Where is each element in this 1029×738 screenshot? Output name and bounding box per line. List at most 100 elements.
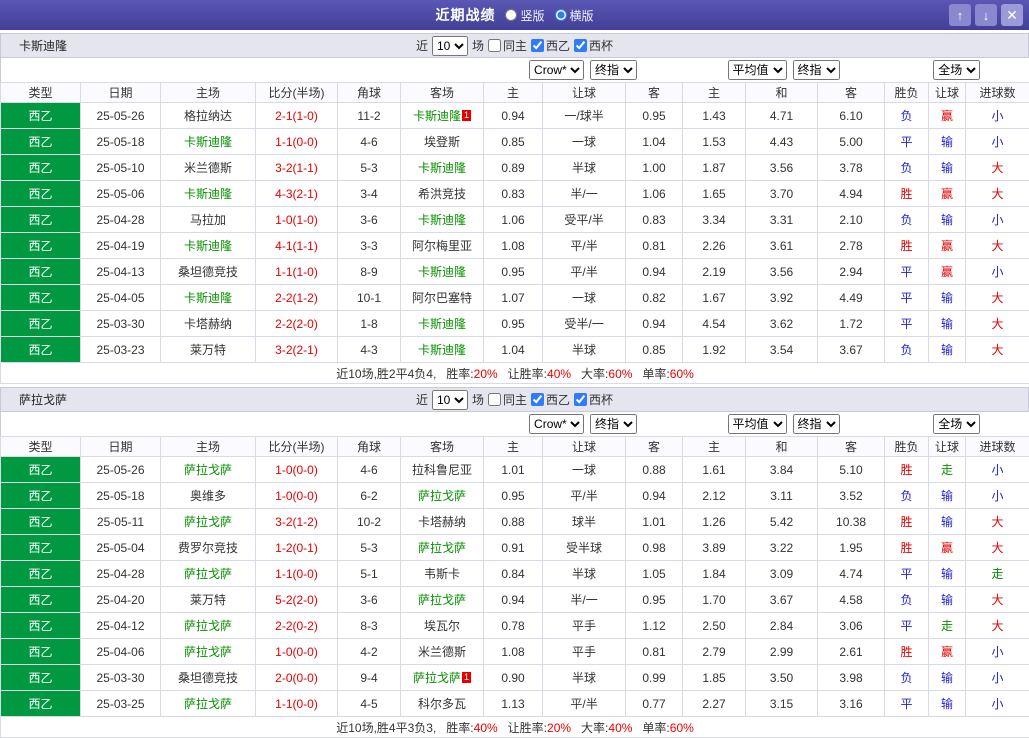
league-filter-xibei[interactable]: 西杯 <box>574 37 613 54</box>
home-team-name[interactable]: 奥维多 <box>190 489 226 503</box>
home-team-cell: 萨拉戈萨 <box>161 639 256 665</box>
home-team-name[interactable]: 桑坦德竞技 <box>178 265 238 279</box>
final-odds-select[interactable]: 终指 <box>590 414 637 434</box>
away-team-name[interactable]: 埃登斯 <box>424 135 460 149</box>
odds-company-select[interactable]: Crow* <box>529 60 584 80</box>
away-team-name[interactable]: 埃瓦尔 <box>424 619 460 633</box>
xibei-label: 西杯 <box>589 391 613 408</box>
match-row: 西乙25-04-06萨拉戈萨1-0(0-0)4-2米兰德斯1.08平手0.812… <box>1 639 1029 665</box>
home-team-name[interactable]: 萨拉戈萨 <box>184 515 232 529</box>
away-team-name[interactable]: 卡斯迪隆 <box>413 109 461 123</box>
avg-away-cell: 4.49 <box>818 285 885 311</box>
home-team-name[interactable]: 萨拉戈萨 <box>184 619 232 633</box>
away-team-cell: 米兰德斯 <box>401 639 484 665</box>
same-home-checkbox[interactable] <box>488 39 501 52</box>
avg-home-cell: 1.43 <box>683 103 746 129</box>
match-count-select[interactable]: 10 <box>432 390 468 410</box>
home-team-name[interactable]: 米兰德斯 <box>184 161 232 175</box>
final-odds-select-2[interactable]: 终指 <box>793 60 840 80</box>
titlebar-buttons: ↑ ↓ ✕ <box>949 4 1023 26</box>
home-team-name[interactable]: 莱万特 <box>190 593 226 607</box>
away-team-name[interactable]: 米兰德斯 <box>418 645 466 659</box>
avg-home-cell: 1.92 <box>683 337 746 363</box>
goals-cell: 大 <box>966 155 1029 181</box>
away-team-name[interactable]: 阿尔梅里亚 <box>412 239 472 253</box>
average-odds-select[interactable]: 平均值 <box>728 414 787 434</box>
avg-home-cell: 3.34 <box>683 207 746 233</box>
away-odds-cell: 0.99 <box>626 665 683 691</box>
stat-label: 大率: <box>581 721 608 735</box>
away-team-name[interactable]: 卡塔赫纳 <box>418 515 466 529</box>
league-filter-xiyi[interactable]: 西乙 <box>531 391 570 408</box>
away-team-name[interactable]: 萨拉戈萨 <box>418 541 466 555</box>
home-team-name[interactable]: 卡斯迪隆 <box>184 187 232 201</box>
home-team-name[interactable]: 马拉加 <box>190 213 226 227</box>
home-team-name[interactable]: 莱万特 <box>190 343 226 357</box>
avg-draw-cell: 4.43 <box>746 129 818 155</box>
handicap-result-cell: 输 <box>929 285 966 311</box>
final-odds-select[interactable]: 终指 <box>590 60 637 80</box>
avg-away-cell: 2.61 <box>818 639 885 665</box>
away-odds-cell: 1.05 <box>626 561 683 587</box>
odd-rate-stat: 单率:60% <box>642 367 693 381</box>
home-team-name[interactable]: 萨拉戈萨 <box>184 463 232 477</box>
goals-cell: 走 <box>966 561 1029 587</box>
home-team-name[interactable]: 格拉纳达 <box>184 109 232 123</box>
away-team-name[interactable]: 卡斯迪隆 <box>418 161 466 175</box>
home-team-name[interactable]: 费罗尔竞技 <box>178 541 238 555</box>
home-team-name[interactable]: 卡斯迪隆 <box>184 135 232 149</box>
layout-option-horizontal[interactable]: 横版 <box>555 7 594 24</box>
col-win-loss: 胜负 <box>885 83 929 103</box>
away-team-name[interactable]: 阿尔巴塞特 <box>412 291 472 305</box>
layout-option-vertical[interactable]: 竖版 <box>505 7 544 24</box>
away-team-name[interactable]: 萨拉戈萨 <box>418 593 466 607</box>
vertical-layout-radio[interactable] <box>505 9 517 21</box>
xibei-checkbox[interactable] <box>574 39 587 52</box>
move-down-button[interactable]: ↓ <box>975 4 997 26</box>
xibei-checkbox[interactable] <box>574 393 587 406</box>
match-count-select[interactable]: 10 <box>432 36 468 56</box>
horizontal-layout-radio[interactable] <box>555 9 567 21</box>
same-home-checkbox[interactable] <box>488 393 501 406</box>
away-team-name[interactable]: 希洪竞技 <box>418 187 466 201</box>
away-team-name[interactable]: 卡斯迪隆 <box>418 343 466 357</box>
close-button[interactable]: ✕ <box>1001 4 1023 26</box>
away-team-name[interactable]: 卡斯迪隆 <box>418 317 466 331</box>
bookmaker-select-cell: Crow* 终指 <box>484 412 683 437</box>
away-team-name[interactable]: 萨拉戈萨 <box>418 489 466 503</box>
away-team-name[interactable]: 萨拉戈萨 <box>413 671 461 685</box>
average-odds-select[interactable]: 平均值 <box>728 60 787 80</box>
away-team-cell: 韦斯卡 <box>401 561 484 587</box>
away-team-name[interactable]: 卡斯迪隆 <box>418 265 466 279</box>
xiyi-checkbox[interactable] <box>531 393 544 406</box>
home-team-name[interactable]: 萨拉戈萨 <box>184 697 232 711</box>
away-team-name[interactable]: 韦斯卡 <box>424 567 460 581</box>
away-odds-cell: 0.95 <box>626 103 683 129</box>
away-team-name[interactable]: 科尔多瓦 <box>418 697 466 711</box>
same-home-filter[interactable]: 同主 <box>488 391 527 408</box>
recent-results-widget: 近期战绩 竖版 横版 ↑ ↓ ✕ 卡斯迪隆 近 10 场 同主 西乙 <box>0 0 1029 738</box>
final-odds-select-2[interactable]: 终指 <box>793 414 840 434</box>
away-team-name[interactable]: 卡斯迪隆 <box>418 213 466 227</box>
home-team-name[interactable]: 卡斯迪隆 <box>184 239 232 253</box>
stat-label: 让胜率: <box>508 367 547 381</box>
full-match-select[interactable]: 全场 <box>933 60 980 80</box>
away-team-name[interactable]: 拉科鲁尼亚 <box>412 463 472 477</box>
league-filter-xibei[interactable]: 西杯 <box>574 391 613 408</box>
away-team-cell: 阿尔巴塞特 <box>401 285 484 311</box>
home-team-name[interactable]: 卡斯迪隆 <box>184 291 232 305</box>
move-up-button[interactable]: ↑ <box>949 4 971 26</box>
home-team-name[interactable]: 萨拉戈萨 <box>184 567 232 581</box>
goals-cell: 小 <box>966 207 1029 233</box>
xiyi-checkbox[interactable] <box>531 39 544 52</box>
match-row: 西乙25-04-28萨拉戈萨1-1(0-0)5-1韦斯卡0.84半球1.051.… <box>1 561 1029 587</box>
home-team-name[interactable]: 卡塔赫纳 <box>184 317 232 331</box>
home-team-name[interactable]: 桑坦德竞技 <box>178 671 238 685</box>
home-odds-cell: 0.85 <box>484 129 543 155</box>
full-match-select[interactable]: 全场 <box>933 414 980 434</box>
league-filter-xiyi[interactable]: 西乙 <box>531 37 570 54</box>
odds-company-select[interactable]: Crow* <box>529 414 584 434</box>
home-team-name[interactable]: 萨拉戈萨 <box>184 645 232 659</box>
away-team-cell: 萨拉戈萨1 <box>401 665 484 691</box>
same-home-filter[interactable]: 同主 <box>488 37 527 54</box>
